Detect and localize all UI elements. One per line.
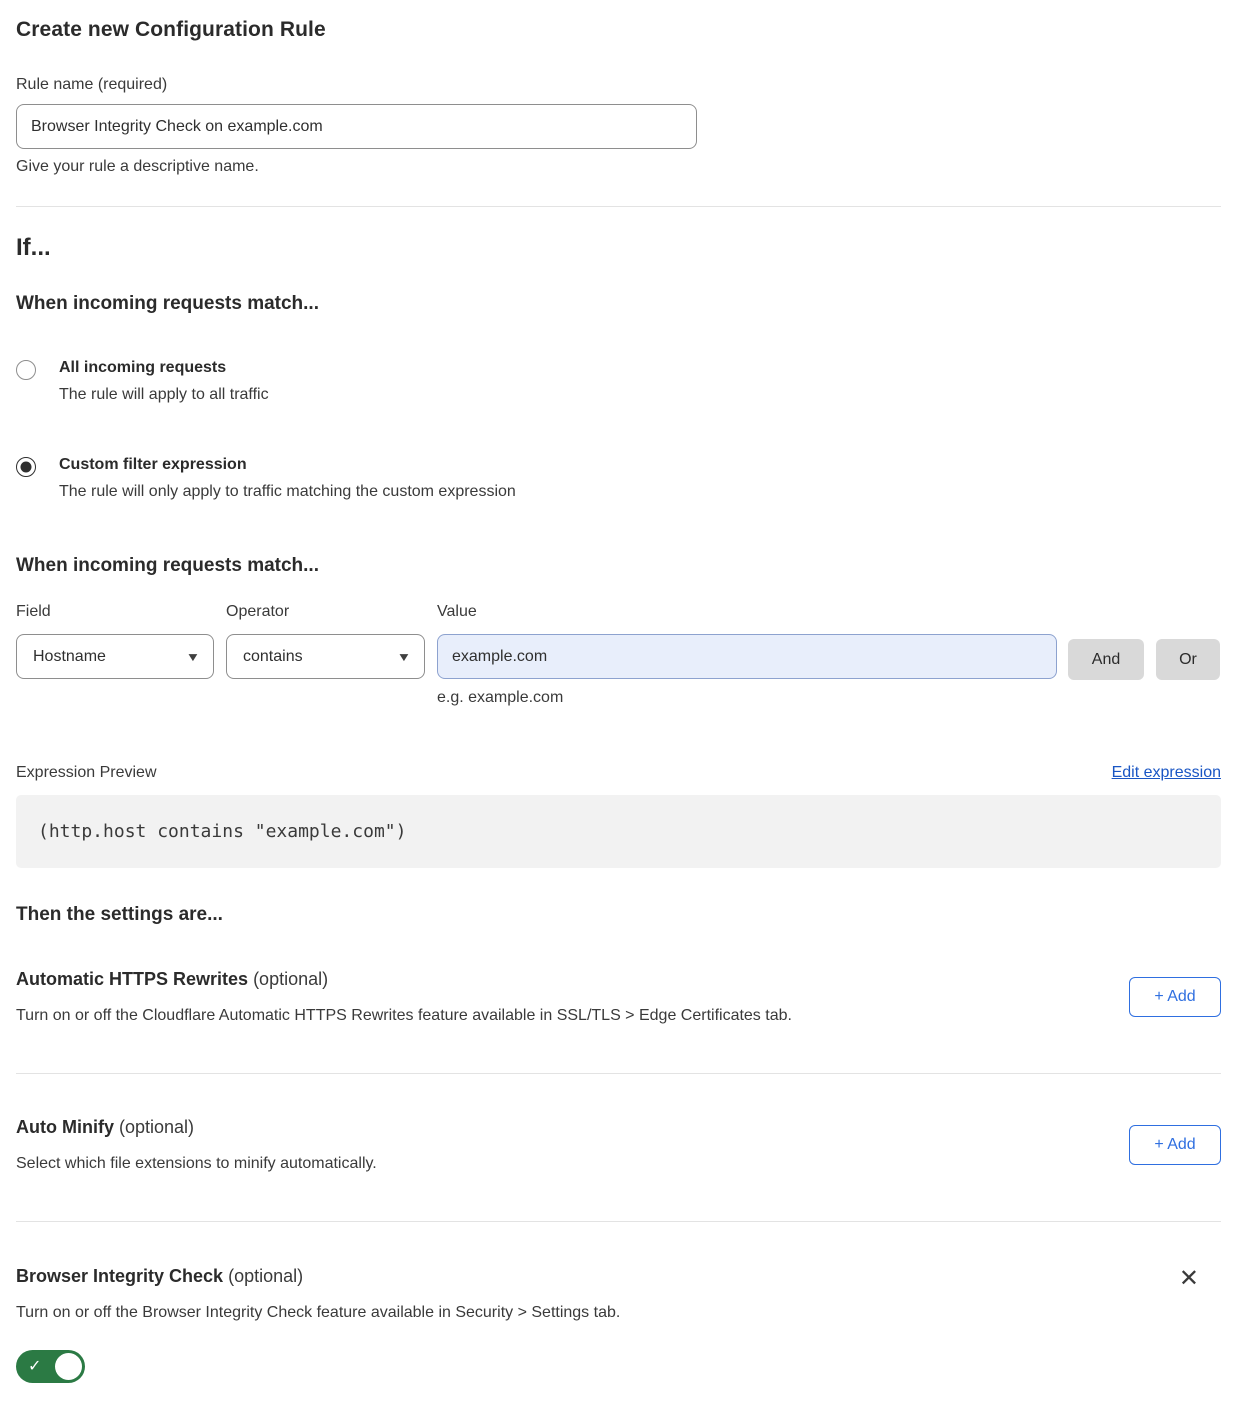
setting-text: Browser Integrity Check (optional) Turn …	[16, 1266, 1179, 1388]
value-helper: e.g. example.com	[437, 689, 1057, 707]
radio-option-all-incoming-requests[interactable]: All incoming requests The rule will appl…	[16, 359, 1221, 404]
setting-description: Select which file extensions to minify a…	[16, 1155, 1089, 1173]
or-button[interactable]: Or	[1156, 639, 1220, 680]
radio-option-label: Custom filter expression	[59, 456, 1221, 474]
setting-optional-tag: (optional)	[228, 1266, 303, 1286]
setting-automatic-https-rewrites: Automatic HTTPS Rewrites (optional) Turn…	[16, 969, 1221, 1025]
create-configuration-rule-page: Create new Configuration Rule Rule name …	[0, 0, 1237, 1408]
value-input[interactable]	[437, 634, 1057, 679]
radio-option-description: The rule will apply to all traffic	[59, 386, 1221, 404]
setting-description: Turn on or off the Cloudflare Automatic …	[16, 1007, 1089, 1025]
setting-optional-tag: (optional)	[253, 969, 328, 989]
setting-optional-tag: (optional)	[119, 1117, 194, 1137]
expression-preview-box: (http.host contains "example.com")	[16, 795, 1221, 868]
expression-preview-label: Expression Preview	[16, 764, 157, 782]
setting-title: Automatic HTTPS Rewrites (optional)	[16, 969, 1089, 990]
field-column: Field Hostname ▼	[16, 603, 214, 679]
filter-builder-heading: When incoming requests match...	[16, 555, 1221, 577]
setting-browser-integrity-check: Browser Integrity Check (optional) Turn …	[16, 1266, 1221, 1388]
setting-title: Browser Integrity Check (optional)	[16, 1266, 1139, 1287]
edit-expression-link[interactable]: Edit expression	[1112, 764, 1221, 782]
setting-text: Automatic HTTPS Rewrites (optional) Turn…	[16, 969, 1129, 1025]
value-label: Value	[437, 603, 1057, 621]
section-divider	[16, 1073, 1221, 1074]
toggle-knob	[55, 1353, 82, 1380]
add-auto-minify-button[interactable]: + Add	[1129, 1125, 1221, 1165]
then-settings-heading: Then the settings are...	[16, 904, 1221, 926]
filter-builder-row: Field Hostname ▼ Operator contains ▼ Val…	[16, 603, 1221, 707]
when-requests-match-subheading: When incoming requests match...	[16, 293, 1221, 315]
expression-code: (http.host contains "example.com")	[38, 821, 406, 842]
setting-name: Automatic HTTPS Rewrites	[16, 969, 248, 989]
operator-select-value: contains	[243, 648, 303, 666]
radio-option-label: All incoming requests	[59, 359, 1221, 377]
operator-select[interactable]: contains ▼	[226, 634, 425, 679]
field-label: Field	[16, 603, 214, 621]
rule-name-section: Rule name (required) Give your rule a de…	[16, 76, 1221, 176]
and-button[interactable]: And	[1068, 639, 1144, 680]
operator-label: Operator	[226, 603, 425, 621]
radio-option-custom-filter-expression[interactable]: Custom filter expression The rule will o…	[16, 456, 1221, 501]
radio-selected-icon[interactable]	[16, 457, 36, 477]
setting-text: Auto Minify (optional) Select which file…	[16, 1117, 1129, 1173]
close-icon[interactable]: ✕	[1179, 1268, 1199, 1290]
value-column: Value e.g. example.com	[437, 603, 1057, 707]
browser-integrity-check-toggle[interactable]: ✓	[16, 1350, 85, 1383]
page-title: Create new Configuration Rule	[16, 18, 1221, 42]
field-select-value: Hostname	[33, 648, 106, 666]
radio-option-text: Custom filter expression The rule will o…	[59, 456, 1221, 501]
section-divider	[16, 206, 1221, 207]
expression-preview-header: Expression Preview Edit expression	[16, 764, 1221, 782]
rule-name-label: Rule name (required)	[16, 76, 1221, 94]
setting-name: Browser Integrity Check	[16, 1266, 223, 1286]
field-select[interactable]: Hostname ▼	[16, 634, 214, 679]
section-divider	[16, 1221, 1221, 1222]
radio-option-text: All incoming requests The rule will appl…	[59, 359, 1221, 404]
radio-option-description: The rule will only apply to traffic matc…	[59, 483, 1221, 501]
chevron-down-icon: ▼	[397, 650, 412, 664]
add-automatic-https-rewrites-button[interactable]: + Add	[1129, 977, 1221, 1017]
rule-name-input[interactable]	[16, 104, 697, 149]
setting-name: Auto Minify	[16, 1117, 114, 1137]
if-heading: If...	[16, 234, 1221, 262]
radio-unselected-icon[interactable]	[16, 360, 36, 380]
chevron-down-icon: ▼	[186, 650, 201, 664]
operator-column: Operator contains ▼	[226, 603, 425, 679]
setting-title: Auto Minify (optional)	[16, 1117, 1089, 1138]
rule-name-helper: Give your rule a descriptive name.	[16, 158, 1221, 176]
setting-auto-minify: Auto Minify (optional) Select which file…	[16, 1117, 1221, 1173]
check-icon: ✓	[28, 1356, 41, 1376]
setting-description: Turn on or off the Browser Integrity Che…	[16, 1304, 1139, 1322]
